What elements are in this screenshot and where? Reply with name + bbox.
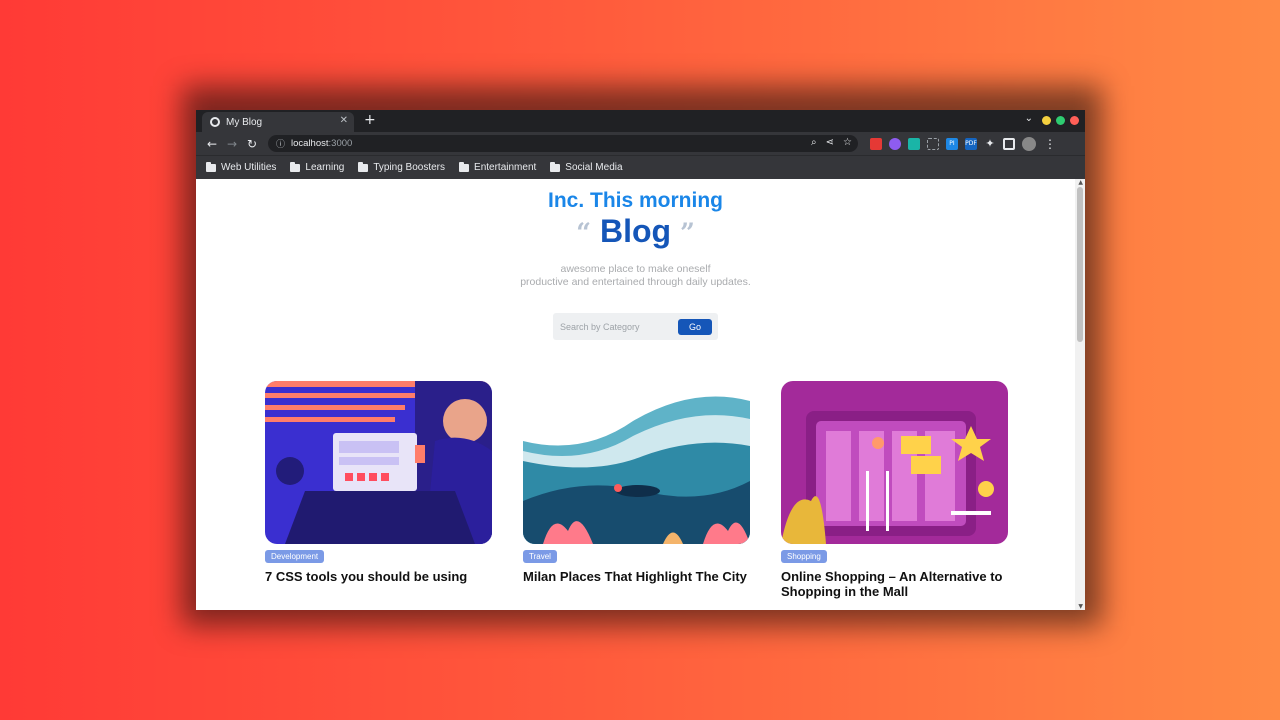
post-title[interactable]: Milan Places That Highlight The City: [523, 569, 750, 584]
folder-icon: [206, 161, 216, 172]
post-card[interactable]: Development 7 CSS tools you should be us…: [265, 381, 492, 599]
subtitle-line: productive and entertained through daily…: [520, 276, 751, 288]
browser-window: My Blog ✕ + ⌄ ← → ↻ ⓘ localhost:3000 ⌕ ⋖…: [196, 110, 1085, 610]
site-info-icon[interactable]: ⓘ: [276, 137, 285, 150]
bookmark-label: Typing Boosters: [373, 162, 446, 173]
search-input[interactable]: [560, 321, 678, 332]
extensions-bar: PI PDF ✦: [870, 136, 1036, 151]
scroll-down-icon[interactable]: ▼: [1078, 603, 1083, 610]
back-arrow-icon[interactable]: ←: [202, 137, 222, 151]
folder-icon: [550, 161, 561, 172]
scrollbar-thumb[interactable]: [1077, 187, 1083, 342]
minimize-button[interactable]: [1042, 116, 1051, 125]
blog-title: Blog: [599, 213, 672, 249]
zoom-icon[interactable]: ⌕: [811, 137, 817, 148]
url-host: localhost: [291, 138, 329, 149]
pi-ext-icon[interactable]: PI: [946, 137, 958, 150]
bookmark-label: Web Utilities: [221, 162, 277, 173]
folder-icon: [290, 161, 301, 172]
profile-icon[interactable]: [1022, 136, 1036, 151]
browser-menu-icon[interactable]: ⋮: [1044, 137, 1056, 151]
post-image-kanban[interactable]: [781, 381, 1008, 544]
bookmark-label: Social Media: [565, 162, 623, 173]
extensions-icon[interactable]: ✦: [984, 137, 996, 150]
bookmark-label: Learning: [305, 162, 345, 173]
page-subtitle: awesome place to make oneself productive…: [196, 263, 1075, 289]
post-title[interactable]: 7 CSS tools you should be using: [265, 569, 492, 584]
bookmark-entertainment[interactable]: Entertainment: [459, 161, 537, 173]
bookmark-star-icon[interactable]: ☆: [843, 137, 852, 148]
puzzle-red-icon[interactable]: [870, 137, 882, 150]
folder-icon: [459, 161, 470, 172]
capture-icon[interactable]: [927, 137, 939, 150]
category-search: Go: [553, 313, 718, 340]
maximize-button[interactable]: [1056, 116, 1065, 125]
category-tag[interactable]: Travel: [523, 550, 557, 563]
pdf-ext-icon[interactable]: PDF: [965, 137, 977, 150]
post-title[interactable]: Online Shopping – An Alternative to Shop…: [781, 569, 1008, 599]
browser-toolbar: ← → ↻ ⓘ localhost:3000 ⌕ ⋖ ☆ PI PDF ✦ ⋮: [196, 132, 1085, 155]
post-image-diver[interactable]: [523, 381, 750, 544]
tab-my-blog[interactable]: My Blog ✕: [202, 112, 354, 132]
category-tag[interactable]: Shopping: [781, 550, 827, 563]
folder-icon: [358, 161, 369, 172]
page-content: Inc. This morning “ Blog ” awesome place…: [196, 179, 1085, 610]
tab-close-icon[interactable]: ✕: [340, 115, 348, 126]
tab-strip: My Blog ✕ + ⌄: [196, 110, 1085, 132]
tab-search-icon[interactable]: ⌄: [1025, 113, 1033, 124]
address-bar[interactable]: ⓘ localhost:3000 ⌕ ⋖ ☆: [268, 135, 858, 152]
teal-ext-icon[interactable]: [908, 137, 920, 150]
tab-title: My Blog: [226, 116, 263, 128]
subtitle-line: awesome place to make oneself: [560, 263, 711, 275]
bookmarks-bar: Web Utilities Learning Typing Boosters E…: [196, 155, 1085, 179]
page-title: “ Blog ”: [196, 213, 1075, 250]
bookmark-learning[interactable]: Learning: [290, 161, 345, 173]
forward-arrow-icon[interactable]: →: [222, 137, 242, 151]
post-list: Development 7 CSS tools you should be us…: [265, 381, 1008, 599]
bookmark-social-media[interactable]: Social Media: [550, 161, 623, 173]
go-button[interactable]: Go: [678, 318, 712, 335]
post-card[interactable]: Shopping Online Shopping – An Alternativ…: [781, 381, 1008, 599]
reload-icon[interactable]: ↻: [242, 137, 262, 151]
favicon-icon: [210, 117, 220, 127]
window-controls: [1042, 116, 1079, 125]
bolt-purple-icon[interactable]: [889, 137, 901, 150]
page-kicker: Inc. This morning: [547, 189, 723, 212]
sidepanel-icon[interactable]: [1003, 137, 1015, 150]
close-window-button[interactable]: [1070, 116, 1079, 125]
open-quote-icon: “: [576, 218, 592, 249]
new-tab-button[interactable]: +: [364, 112, 376, 128]
post-card[interactable]: Travel Milan Places That Highlight The C…: [523, 381, 750, 599]
category-tag[interactable]: Development: [265, 550, 325, 563]
bookmark-label: Entertainment: [474, 162, 537, 173]
scrollbar[interactable]: ▲ ▼: [1075, 179, 1085, 610]
post-image-designer[interactable]: [265, 381, 492, 544]
share-icon[interactable]: ⋖: [826, 137, 834, 148]
bookmark-web-utilities[interactable]: Web Utilities: [206, 161, 277, 173]
bookmark-typing-boosters[interactable]: Typing Boosters: [358, 161, 446, 173]
close-quote-icon: ”: [679, 218, 695, 249]
scroll-up-icon[interactable]: ▲: [1078, 179, 1083, 186]
url-port: :3000: [328, 138, 353, 149]
